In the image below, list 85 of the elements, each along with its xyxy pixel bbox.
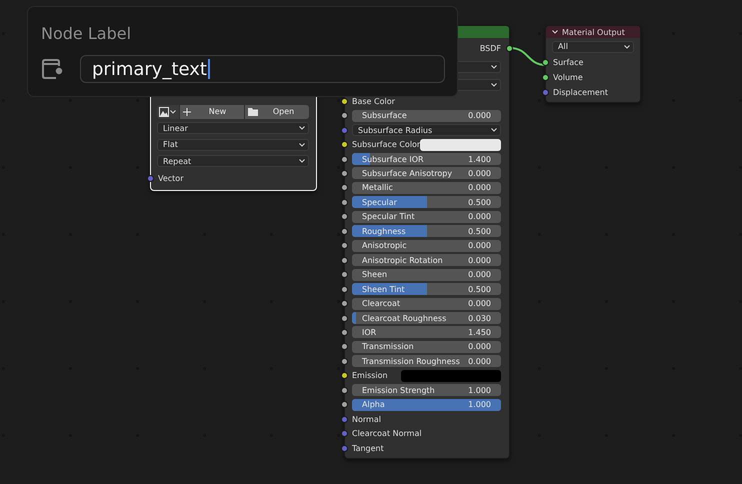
chevron-down-icon: [299, 142, 305, 147]
input-label: Displacement: [553, 88, 608, 97]
value-slider[interactable]: Anisotropic 0.000: [352, 240, 501, 252]
image-browse-button[interactable]: [157, 104, 179, 118]
value-slider[interactable]: Roughness 0.500: [352, 225, 501, 238]
socket-dot[interactable]: [542, 59, 549, 66]
material-output-node[interactable]: Material Output All Surface Volume Displacement: [545, 25, 641, 103]
socket-dot[interactable]: [341, 343, 348, 350]
value-slider[interactable]: Emission Strength 1.000: [352, 384, 501, 396]
socket-dot[interactable]: [341, 184, 348, 192]
socket-dot[interactable]: [341, 198, 348, 206]
socket-dot[interactable]: [341, 401, 348, 408]
chevron-down-icon: [170, 110, 176, 114]
target-dropdown[interactable]: All: [552, 40, 634, 52]
chevron-down-icon: [299, 159, 305, 164]
socket-dot[interactable]: [341, 213, 348, 220]
open-button[interactable]: Open: [245, 104, 309, 118]
input-label: Emission: [352, 371, 388, 380]
value-slider[interactable]: Sheen 0.000: [352, 268, 501, 281]
socket-dot[interactable]: [341, 170, 348, 177]
collapse-chevron-icon: [552, 30, 558, 34]
socket-dot[interactable]: [542, 89, 549, 96]
socket-dot[interactable]: [341, 328, 348, 336]
plus-icon: [183, 108, 191, 116]
socket-dot[interactable]: [341, 98, 348, 105]
dropdown[interactable]: Repeat: [157, 155, 309, 168]
socket-dot[interactable]: [341, 386, 348, 394]
socket-dot[interactable]: [147, 174, 154, 182]
socket-dot[interactable]: [542, 74, 549, 81]
value-slider[interactable]: Sheen Tint 0.500: [352, 283, 501, 296]
socket-dot[interactable]: [341, 286, 348, 293]
value-slider[interactable]: Metallic 0.000: [352, 182, 501, 194]
image-icon: [159, 106, 169, 116]
socket-dot[interactable]: [341, 372, 348, 380]
socket-dot[interactable]: [341, 126, 348, 134]
socket-dot[interactable]: [341, 228, 348, 235]
socket-dot[interactable]: [341, 242, 348, 250]
chevron-down-icon: [491, 128, 497, 132]
label-input-field[interactable]: primary_text: [80, 55, 445, 83]
input-label: Volume: [553, 73, 583, 82]
socket-dot[interactable]: [341, 416, 348, 423]
socket-dot[interactable]: [341, 256, 348, 264]
input-label: Tangent: [352, 444, 384, 453]
socket-dot[interactable]: [341, 358, 348, 365]
input-label: Base Color: [352, 96, 395, 106]
socket-dot[interactable]: [341, 314, 348, 322]
color-swatch[interactable]: [401, 370, 501, 382]
output-label: BSDF: [480, 44, 501, 52]
input-label: Normal: [352, 414, 381, 424]
value-slider[interactable]: Anisotropic Rotation 0.000: [352, 254, 501, 266]
input-label: Vector: [158, 174, 184, 182]
value-slider[interactable]: Clearcoat Roughness 0.030: [352, 312, 501, 324]
value-slider[interactable]: Specular Tint 0.000: [352, 210, 501, 223]
value-slider[interactable]: Clearcoat 0.000: [352, 298, 501, 310]
value-slider[interactable]: Subsurface Anisotropy 0.000: [352, 167, 501, 180]
chevron-down-icon: [491, 65, 497, 69]
value-slider[interactable]: Alpha 1.000: [352, 398, 501, 411]
socket-dot[interactable]: [341, 141, 348, 148]
chevron-down-icon: [491, 83, 497, 87]
dropdown[interactable]: Flat: [157, 138, 309, 151]
socket-dot[interactable]: [341, 300, 348, 308]
input-label: Surface: [553, 58, 584, 67]
dropdown[interactable]: Subsurface Radius: [352, 124, 501, 136]
folder-icon: [248, 108, 258, 116]
new-button[interactable]: New: [180, 104, 244, 118]
socket-dot[interactable]: [341, 430, 348, 438]
chevron-down-icon: [299, 126, 305, 130]
chevron-down-icon: [624, 44, 630, 48]
value-slider[interactable]: Specular 0.500: [352, 196, 501, 208]
socket-dot[interactable]: [506, 44, 513, 52]
socket-dot[interactable]: [341, 271, 348, 278]
popup-title: Node Label: [41, 24, 132, 44]
value-slider[interactable]: IOR 1.450: [352, 326, 501, 338]
node-header[interactable]: Material Output: [546, 26, 640, 38]
node-icon: [41, 58, 63, 80]
socket-dot[interactable]: [341, 156, 348, 163]
input-label: Clearcoat Normal: [352, 429, 422, 438]
value-slider[interactable]: Transmission 0.000: [352, 340, 501, 353]
socket-dot[interactable]: [341, 112, 348, 120]
color-swatch[interactable]: [420, 138, 501, 151]
socket-dot[interactable]: [341, 444, 348, 452]
input-label: Subsurface Color: [352, 140, 420, 150]
value-slider[interactable]: Subsurface 0.000: [352, 110, 501, 122]
dropdown[interactable]: Linear: [157, 122, 309, 134]
value-slider[interactable]: Transmission Roughness 0.000: [352, 355, 501, 368]
